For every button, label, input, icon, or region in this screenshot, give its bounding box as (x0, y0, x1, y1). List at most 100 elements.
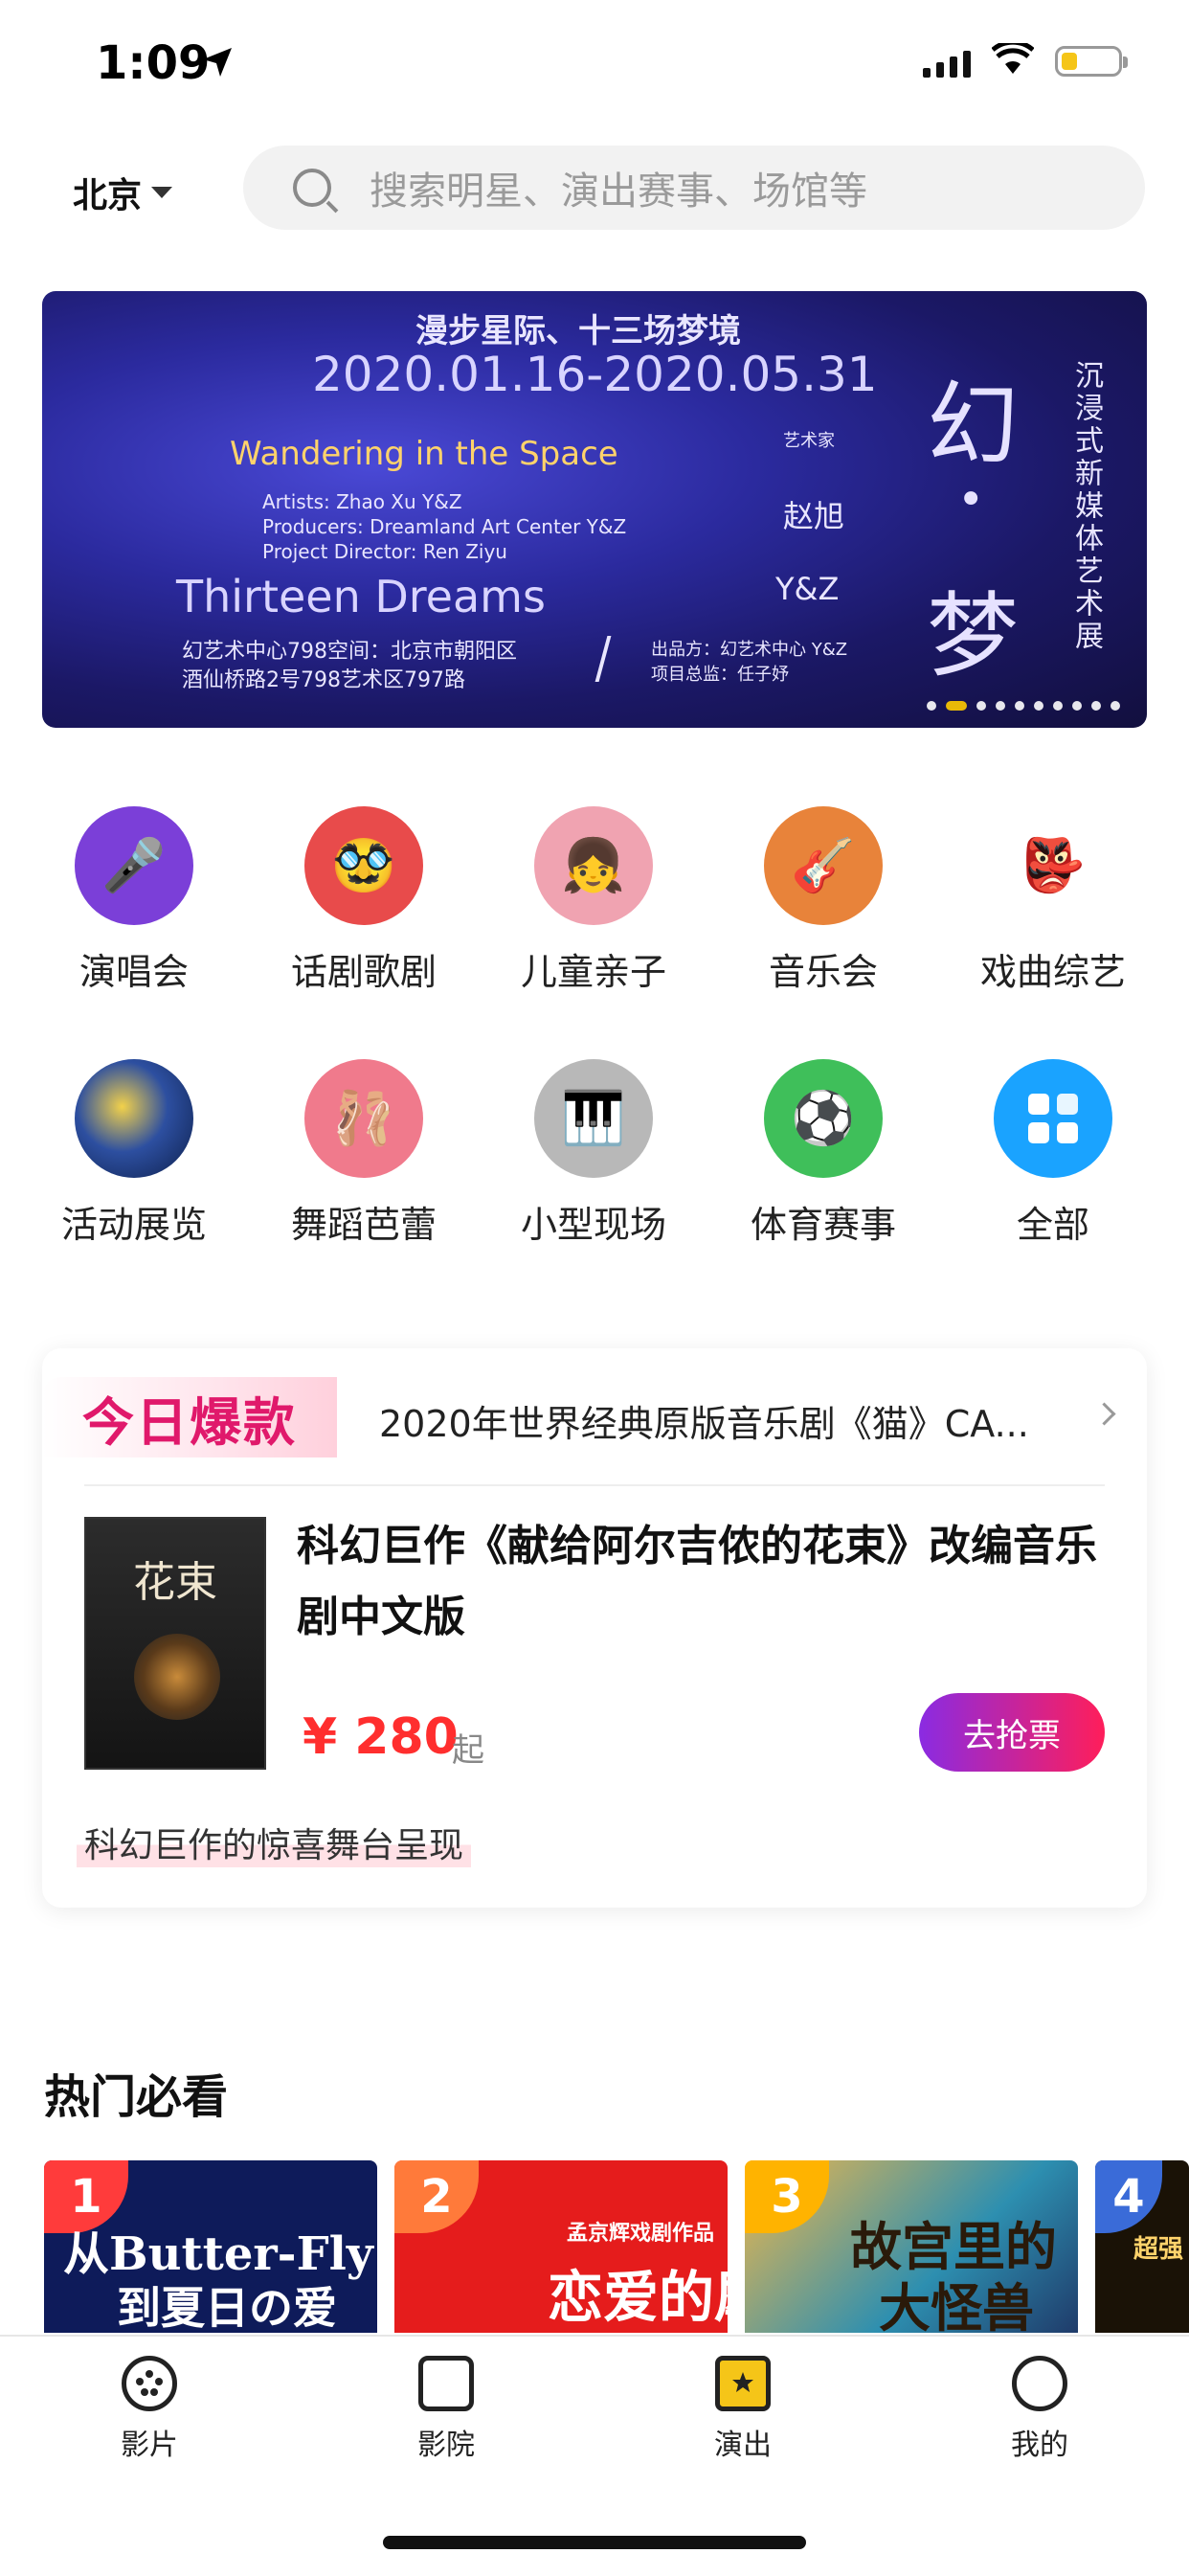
category-label: 戏曲综艺 (979, 951, 1126, 993)
hot-headline-link[interactable]: 2020年世界经典原版音乐剧《猫》CA... (379, 1394, 1088, 1447)
status-time: 1:09 (96, 36, 211, 90)
popular-item-line1: 超强 (1133, 2235, 1184, 2264)
girl-face-icon: 👧 (534, 806, 653, 925)
cellular-signal-icon (923, 45, 971, 78)
category-label: 话剧歌剧 (290, 951, 437, 993)
guitar-icon: 🎸 (764, 806, 883, 925)
rank-badge: 4 (1095, 2160, 1162, 2233)
category-livehouse[interactable]: 🎹 小型现场 (498, 1059, 689, 1248)
banner-artist2: Y&Z (775, 571, 840, 607)
banner-dates: 2020.01.16-2020.05.31 (312, 347, 878, 402)
grid-icon (994, 1059, 1112, 1178)
starry-night-icon (75, 1059, 193, 1178)
banner-producers: Producers: Dreamland Art Center Y&Z (262, 515, 627, 538)
banner-en-title2: Thirteen Dreams (176, 571, 546, 622)
rank-badge: 2 (394, 2160, 479, 2233)
banner-artist1: 赵旭 (783, 498, 845, 534)
category-drama[interactable]: 🥸 话剧歌剧 (268, 806, 460, 995)
hot-today-card[interactable]: 今日爆款 2020年世界经典原版音乐剧《猫》CA... 花束 科幻巨作《献给阿尔… (42, 1348, 1147, 1908)
category-label: 小型现场 (520, 1204, 666, 1246)
tab-label: 我的 (1011, 2429, 1068, 2462)
hot-today-tag: 今日爆款 (42, 1377, 337, 1457)
poster-art: 花束 (133, 1558, 217, 1607)
banner-big2: 梦 (927, 582, 1019, 689)
tab-label: 演出 (714, 2429, 772, 2462)
category-label: 体育赛事 (750, 1204, 896, 1246)
city-selector[interactable]: 北京 (73, 168, 173, 217)
popular-item-line2: 到夏日の爱 (117, 2282, 337, 2333)
chevron-right-icon[interactable] (1092, 1402, 1116, 1426)
tab-label: 影片 (121, 2429, 178, 2462)
product-description: 科幻巨作的惊喜舞台呈现 (77, 1818, 472, 1867)
poster-figure (134, 1634, 220, 1720)
banner-logo (594, 636, 640, 682)
popular-item-line2: 恋爱的犀牛 (548, 2265, 728, 2330)
search-icon (293, 169, 331, 207)
opera-mask-icon: 👺 (994, 806, 1112, 925)
ticket-icon (715, 2356, 771, 2411)
product-poster[interactable]: 花束 (84, 1517, 266, 1770)
category-dance[interactable]: 🩰 舞蹈芭蕾 (268, 1059, 460, 1248)
city-label: 北京 (73, 176, 143, 215)
banner-venue1: 幻艺术中心798空间：北京市朝阳区 (182, 640, 517, 664)
category-label: 活动展览 (60, 1204, 207, 1246)
category-exhibition[interactable]: 活动展览 (38, 1059, 230, 1248)
wifi-icon (991, 39, 1035, 79)
banner-artists: Artists: Zhao Xu Y&Z (262, 490, 462, 513)
banner-director-cn: 项目总监：任子妤 (651, 665, 789, 685)
status-indicators (923, 39, 1128, 79)
category-opera[interactable]: 👺 戏曲综艺 (957, 806, 1149, 995)
user-icon (1012, 2356, 1067, 2411)
tab-profile[interactable]: 我的 (963, 2356, 1116, 2463)
buy-ticket-button[interactable]: 去抢票 (919, 1693, 1105, 1772)
hot-today-tag-text: 今日爆款 (82, 1391, 297, 1453)
banner-director: Project Director: Ren Ziyu (262, 540, 507, 563)
banner-pagination[interactable] (927, 701, 1120, 711)
divider (84, 1484, 1105, 1486)
ballet-icon: 🩰 (304, 1059, 423, 1178)
battery-icon (1055, 46, 1128, 77)
section-title-popular: 热门必看 (44, 2070, 229, 2124)
category-label: 全部 (1016, 1204, 1089, 1246)
banner-en-title: Wandering in the Space (230, 435, 618, 473)
banner-line1: 漫步星际、十三场梦境 (415, 312, 741, 350)
banner-producer-cn: 出品方：幻艺术中心 Y&Z (651, 640, 848, 660)
location-arrow-icon (201, 46, 234, 82)
popular-item[interactable]: 1 从Butter-Fly 到夏日の爱 (44, 2160, 377, 2333)
popular-item[interactable]: 2 孟京辉戏剧作品 恋爱的犀牛 (394, 2160, 728, 2333)
tab-movies[interactable]: 影片 (73, 2356, 226, 2463)
category-label: 儿童亲子 (520, 951, 666, 993)
popular-item[interactable]: 4 超强 (1095, 2160, 1189, 2333)
category-sports[interactable]: ⚽ 体育赛事 (728, 1059, 919, 1248)
popular-item[interactable]: 3 故宫里的 大怪兽 (745, 2160, 1078, 2333)
rank-badge: 3 (745, 2160, 829, 2233)
banner-big1: 幻 (927, 372, 1019, 479)
category-all[interactable]: 全部 (957, 1059, 1149, 1248)
piano-icon: 🎹 (534, 1059, 653, 1178)
mask-glasses-icon: 🥸 (304, 806, 423, 925)
caret-down-icon (151, 187, 173, 198)
category-label: 音乐会 (768, 951, 878, 993)
product-price: ¥ 280 (303, 1708, 459, 1766)
category-label: 舞蹈芭蕾 (290, 1204, 437, 1246)
banner-venue2: 酒仙桥路2号798艺术区797路 (182, 668, 465, 692)
football-icon: ⚽ (764, 1059, 883, 1178)
banner-dot: • (957, 473, 985, 527)
category-music[interactable]: 🎸 音乐会 (728, 806, 919, 995)
popular-item-line2: 大怪兽 (879, 2278, 1034, 2333)
tab-label: 影院 (417, 2429, 475, 2462)
price-suffix: 起 (452, 1731, 484, 1770)
search-bar[interactable]: 搜索明星、演出赛事、场馆等 (243, 146, 1145, 230)
search-placeholder: 搜索明星、演出赛事、场馆等 (370, 169, 867, 214)
promo-banner[interactable]: 漫步星际、十三场梦境 2020.01.16-2020.05.31 Wanderi… (42, 291, 1147, 728)
product-title[interactable]: 科幻巨作《献给阿尔吉侬的花束》改编音乐剧中文版 (297, 1511, 1120, 1653)
home-indicator[interactable] (383, 2536, 806, 2549)
tab-cinemas[interactable]: 影院 (370, 2356, 523, 2463)
banner-vertical: 沉浸式新媒体艺术展 (1069, 360, 1103, 653)
category-kids[interactable]: 👧 儿童亲子 (498, 806, 689, 995)
film-reel-icon (122, 2356, 177, 2411)
tab-shows[interactable]: 演出 (666, 2356, 819, 2463)
category-concert[interactable]: 🎤 演唱会 (38, 806, 230, 995)
microphone-icon: 🎤 (75, 806, 193, 925)
popular-item-line1: 孟京辉戏剧作品 (567, 2222, 715, 2246)
